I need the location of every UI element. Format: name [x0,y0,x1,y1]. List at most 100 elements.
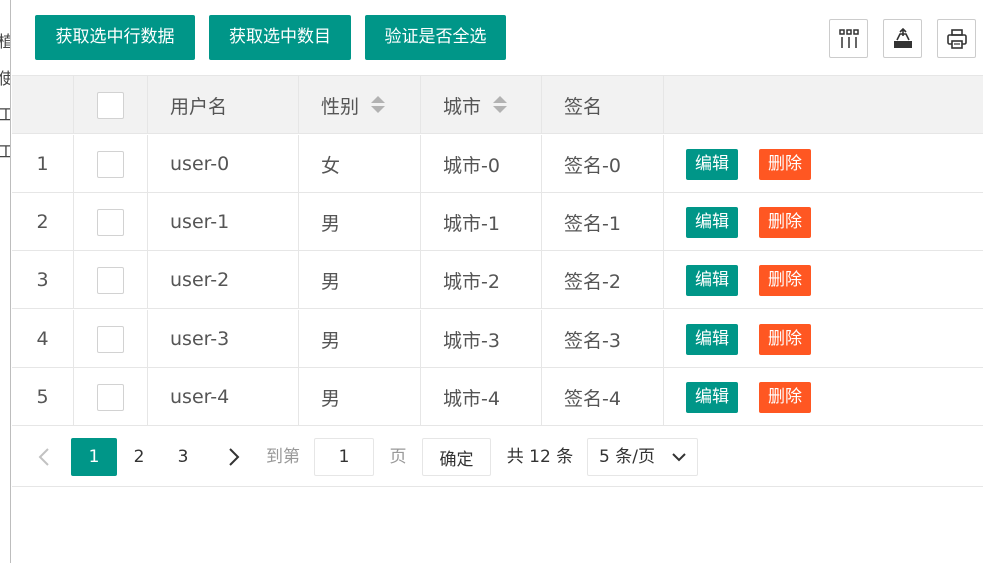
row-username: user-1 [148,193,299,251]
row-username: user-3 [148,310,299,368]
edit-button[interactable]: 编辑 [686,206,738,238]
row-actions: 编辑 删除 [664,251,983,309]
export-icon [893,27,912,48]
sidebar-char: 工 [0,144,10,160]
row-number: 5 [12,368,74,426]
export-button[interactable] [883,19,922,58]
header-checkbox-cell [74,76,148,134]
table-row: 5 user-4 男 城市-4 签名-4 编辑 删除 [12,368,983,426]
page-2-button[interactable]: 2 [119,438,159,476]
row-city: 城市-4 [421,368,542,426]
header-city-label: 城市 [443,95,482,118]
header-sign: 签名 [542,76,664,134]
goto-page-input[interactable] [314,438,374,476]
row-number: 2 [12,193,74,251]
table-row: 3 user-2 男 城市-2 签名-2 编辑 删除 [12,251,983,309]
chevron-left-icon [38,448,49,466]
row-city: 城市-2 [421,251,542,309]
edit-button[interactable]: 编辑 [686,323,738,355]
row-actions: 编辑 删除 [664,193,983,251]
page-unit-label: 页 [389,447,407,467]
row-city: 城市-3 [421,310,542,368]
prev-page-button[interactable] [32,438,56,476]
goto-confirm-button[interactable]: 确定 [422,438,491,476]
total-count: 共 12 条 [506,447,574,467]
check-all-selected-button[interactable]: 验证是否全选 [365,15,506,60]
row-city: 城市-0 [421,135,542,193]
get-selected-count-button[interactable]: 获取选中数目 [209,15,351,60]
row-actions: 编辑 删除 [664,135,983,193]
sort-icon[interactable] [493,94,508,116]
header-number-cell [12,76,74,134]
get-selected-rows-button[interactable]: 获取选中行数据 [35,15,195,60]
pagination: 1 2 3 到第 页 确定 共 12 条 5 条/页 [12,427,983,487]
select-all-checkbox[interactable] [97,91,124,119]
row-checkbox-cell [74,135,148,193]
row-username: user-4 [148,368,299,426]
edit-button[interactable]: 编辑 [686,264,738,296]
row-number: 3 [12,251,74,309]
print-button[interactable] [937,19,976,58]
columns-filter-button[interactable] [829,19,868,58]
row-sex: 男 [299,193,421,251]
row-checkbox[interactable] [97,150,124,178]
row-sign: 签名-0 [542,135,664,193]
edit-button[interactable]: 编辑 [686,148,738,180]
table-row: 1 user-0 女 城市-0 签名-0 编辑 删除 [12,135,983,193]
sidebar-char: 工 [0,107,10,123]
row-sign: 签名-1 [542,193,664,251]
page-3-button[interactable]: 3 [163,438,203,476]
row-city: 城市-1 [421,193,542,251]
row-sign: 签名-3 [542,310,664,368]
row-sex: 女 [299,135,421,193]
page-size-select[interactable]: 5 条/页 [587,438,698,476]
row-sign: 签名-2 [542,251,664,309]
row-actions: 编辑 删除 [664,368,983,426]
row-checkbox[interactable] [97,266,124,294]
row-username: user-0 [148,135,299,193]
header-username-label: 用户名 [170,95,228,118]
sidebar-char: 植 [0,34,10,50]
header-actions [664,76,983,134]
sidebar-char: 使 [0,71,10,87]
row-number: 1 [12,135,74,193]
row-checkbox-cell [74,310,148,368]
edit-button[interactable]: 编辑 [686,381,738,413]
next-page-button[interactable] [222,438,246,476]
header-username: 用户名 [148,76,299,134]
row-username: user-2 [148,251,299,309]
delete-button[interactable]: 删除 [759,206,811,238]
row-checkbox-cell [74,368,148,426]
row-checkbox[interactable] [97,208,124,236]
table-panel: 获取选中行数据 获取选中数目 验证是否全选 用户名 性别 城市 签名 1 use… [12,0,983,563]
header-sex-label: 性别 [321,95,360,118]
row-sex: 男 [299,251,421,309]
delete-button[interactable]: 删除 [759,381,811,413]
delete-button[interactable]: 删除 [759,264,811,296]
row-checkbox-cell [74,251,148,309]
header-sex[interactable]: 性别 [299,76,421,134]
chevron-right-icon [229,448,240,466]
columns-filter-icon [838,28,859,48]
delete-button[interactable]: 删除 [759,148,811,180]
row-checkbox[interactable] [97,325,124,353]
sort-icon[interactable] [371,94,386,116]
page-size-value: 5 条/页 [599,447,655,467]
delete-button[interactable]: 删除 [759,323,811,355]
table-toolbar: 获取选中行数据 获取选中数目 验证是否全选 [12,0,983,76]
print-icon [946,28,967,49]
table-row: 4 user-3 男 城市-3 签名-3 编辑 删除 [12,310,983,368]
sidebar-remnant: 植 使 工 工 [0,0,11,563]
goto-label: 到第 [266,447,300,467]
row-checkbox[interactable] [97,383,124,411]
header-city[interactable]: 城市 [421,76,542,134]
row-sex: 男 [299,310,421,368]
page-1-button[interactable]: 1 [71,438,117,476]
row-number: 4 [12,310,74,368]
row-checkbox-cell [74,193,148,251]
row-sex: 男 [299,368,421,426]
table-row: 2 user-1 男 城市-1 签名-1 编辑 删除 [12,193,983,251]
header-sign-label: 签名 [564,95,603,118]
row-sign: 签名-4 [542,368,664,426]
table-header-row: 用户名 性别 城市 签名 [12,76,983,134]
